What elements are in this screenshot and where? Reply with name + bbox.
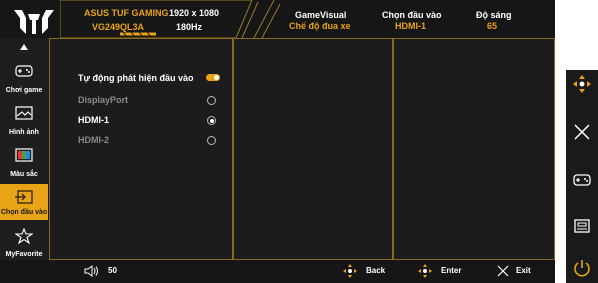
exit-label: Exit <box>516 266 531 275</box>
enter-label: Enter <box>441 266 462 275</box>
joystick-key-icon[interactable] <box>572 74 592 94</box>
sidebar-item-input[interactable]: Chọn đầu vào <box>0 184 48 220</box>
sidebar-item-color[interactable]: Màu sắc <box>0 142 48 182</box>
volume-value: 50 <box>108 266 117 275</box>
scroll-up-icon[interactable] <box>20 44 28 50</box>
detail-panel <box>393 38 555 260</box>
sidebar-item-label: Hình ảnh <box>9 129 39 136</box>
option-label: HDMI-2 <box>78 135 109 145</box>
footer-bar: 50 Back Enter Exit <box>0 260 555 283</box>
option-row[interactable]: HDMI-2 <box>78 133 228 149</box>
input-key-icon[interactable] <box>572 216 592 236</box>
header-bar: ASUS TUF GAMING VG249QL3A 1920 x 1080 18… <box>0 0 555 38</box>
joystick-icon <box>418 264 432 278</box>
header-divider <box>253 0 280 38</box>
input-label: Chọn đầu vào <box>382 10 442 20</box>
joystick-icon <box>343 264 357 278</box>
auto-detect-label: Tự động phát hiện đầu vào <box>78 73 194 83</box>
submenu-panel <box>233 38 393 260</box>
color-icon <box>15 148 33 162</box>
sidebar-item-label: MyFavorite <box>5 251 43 258</box>
brightness-label: Độ sáng <box>476 10 512 20</box>
radio-button[interactable] <box>207 136 216 145</box>
brand-text: ASUS TUF GAMING <box>84 8 169 18</box>
menu-panel: Tự động phát hiện đầu vào DisplayPort HD… <box>49 38 233 260</box>
resolution-text: 1920 x 1080 <box>169 8 220 18</box>
image-icon <box>15 106 33 120</box>
tuf-logo <box>14 10 54 34</box>
sidebar-item-label: Chọn đầu vào <box>0 209 48 216</box>
input-value: HDMI-1 <box>395 21 426 31</box>
sidebar: Chơi game Hình ảnh Màu sắc Chọn đầu vào … <box>0 38 48 272</box>
gamevisual-label: GameVisual <box>295 10 347 20</box>
sidebar-item-label: Chơi game <box>5 87 43 94</box>
close-icon <box>497 265 509 277</box>
model-text: VG249QL3A <box>92 22 145 32</box>
header-stripes <box>60 0 259 38</box>
gamepad-icon <box>15 65 33 77</box>
hotkey-column <box>566 70 598 283</box>
input-icon <box>15 190 33 204</box>
sidebar-item-myfavorite[interactable]: MyFavorite <box>0 222 48 262</box>
option-label: DisplayPort <box>78 95 129 105</box>
close-key-icon[interactable] <box>572 122 592 142</box>
back-label: Back <box>366 266 386 275</box>
sidebar-item-gaming[interactable]: Chơi game <box>0 58 48 98</box>
star-icon <box>15 228 33 244</box>
sidebar-item-label: Màu sắc <box>10 171 38 178</box>
sidebar-item-image[interactable]: Hình ảnh <box>0 100 48 140</box>
osd-window: ASUS TUF GAMING VG249QL3A 1920 x 1080 18… <box>0 0 555 283</box>
power-icon[interactable] <box>572 258 592 278</box>
auto-detect-toggle[interactable] <box>206 74 220 81</box>
gamepad-key-icon[interactable] <box>572 170 592 190</box>
radio-button[interactable] <box>207 96 216 105</box>
brightness-value: 65 <box>487 21 498 31</box>
gamevisual-value: Chế độ đua xe <box>289 21 351 31</box>
refresh-text: 180Hz <box>176 22 203 32</box>
volume-icon <box>84 265 98 277</box>
option-row[interactable]: DisplayPort <box>78 93 228 109</box>
option-row[interactable]: HDMI-1 <box>78 113 228 129</box>
option-label: HDMI-1 <box>78 115 109 125</box>
auto-detect-row[interactable]: Tự động phát hiện đầu vào <box>78 71 228 87</box>
radio-button[interactable] <box>207 116 216 125</box>
